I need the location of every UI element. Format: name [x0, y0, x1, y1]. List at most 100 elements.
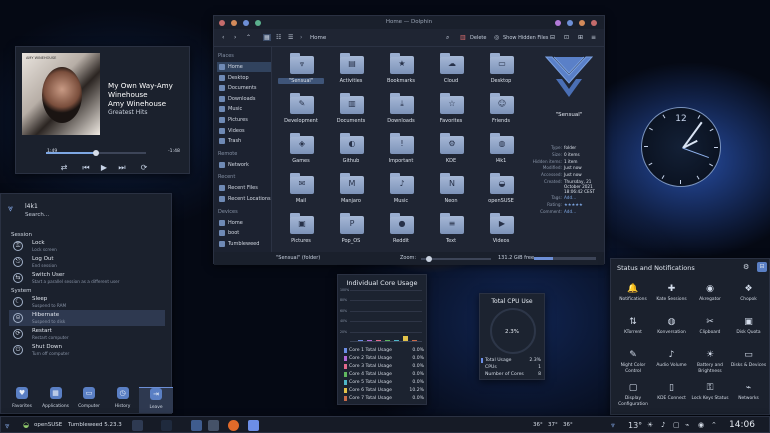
place-videos[interactable]: Videos: [217, 126, 271, 136]
tray-item-audio-volume[interactable]: ♪ Audio Volume: [653, 349, 691, 385]
pin-icon[interactable]: ⊟: [757, 262, 767, 272]
display-icon[interactable]: ▢: [673, 419, 680, 432]
file-item[interactable]: ▥ Documents: [328, 90, 374, 128]
zoom-slider[interactable]: [421, 256, 491, 262]
power-item-hibernate[interactable]: ⊝ Hibernate Suspend to disk: [9, 310, 165, 326]
tray-item-disk-quota[interactable]: ▣ Disk Quota: [730, 316, 768, 352]
tray-item-display-configuration[interactable]: ▢ Display Configuration: [614, 382, 652, 418]
hidden-files-icon[interactable]: ◎: [494, 34, 499, 41]
back-icon[interactable]: ‹: [222, 34, 224, 41]
power-item-restart[interactable]: ⟳ Restart Restart computer: [9, 326, 165, 342]
info-value[interactable]: Add...: [564, 195, 576, 200]
device-boot[interactable]: boot: [217, 228, 271, 238]
power-item-log-out[interactable]: ⎋ Log Out End session: [9, 254, 165, 270]
recent-recent-locations[interactable]: Recent Locations: [217, 194, 271, 204]
file-item[interactable]: ◒ openSUSE: [478, 170, 524, 208]
file-item[interactable]: ⩔ "Sensual": [278, 50, 324, 88]
tab-leave[interactable]: ⇥ Leave: [139, 387, 173, 413]
tab-applications[interactable]: ▦ Applications: [39, 387, 73, 413]
tray-item-disks-devices[interactable]: ▭ Disks & Devices: [730, 349, 768, 385]
power-item-switch-user[interactable]: ⇆ Switch User Start a parallel session as …: [9, 270, 165, 286]
tray-item-konversation[interactable]: ◍ Konversation: [653, 316, 691, 352]
tray-item-chopok[interactable]: ❖ Chopok: [730, 283, 768, 319]
tab-favorites[interactable]: ♥ Favorites: [5, 387, 39, 413]
compact-view-icon[interactable]: ☷: [276, 34, 281, 41]
icons-view-icon[interactable]: ▦: [263, 34, 271, 41]
search-input[interactable]: Search...: [25, 212, 49, 218]
file-item[interactable]: ☁ Cloud: [428, 50, 474, 88]
terminal-icon[interactable]: ⊡: [564, 34, 569, 41]
network-icon[interactable]: ⌁: [685, 419, 689, 432]
volume-icon[interactable]: ♪: [661, 419, 665, 432]
pager-desktop-2[interactable]: [161, 420, 172, 431]
info-value[interactable]: Add...: [564, 209, 576, 214]
settings-icon[interactable]: ⚙: [743, 263, 749, 271]
place-pictures[interactable]: Pictures: [217, 115, 271, 125]
tray-item-kde-connect[interactable]: ▯ KDE Connect: [653, 382, 691, 418]
file-item[interactable]: ≡ Text: [428, 210, 474, 248]
show-hidden-files-button[interactable]: Show Hidden Files: [503, 35, 548, 41]
firefox-task-icon[interactable]: [228, 420, 239, 431]
location-breadcrumb[interactable]: Home: [310, 35, 326, 41]
power-item-shut-down[interactable]: ⏻ Shut Down Turn off computer: [9, 342, 165, 358]
file-item[interactable]: ☺ Friends: [478, 90, 524, 128]
forward-icon[interactable]: ›: [234, 34, 236, 41]
delete-icon[interactable]: ▥: [460, 34, 466, 41]
active-task-icon[interactable]: [248, 420, 259, 431]
tray-expand-icon[interactable]: ⌃: [711, 419, 717, 432]
place-home[interactable]: Home: [217, 62, 271, 72]
info-icon[interactable]: ⊞: [578, 34, 583, 41]
tray-item-kate-sessions[interactable]: ✚ Kate Sessions: [653, 283, 691, 319]
split-icon[interactable]: ⊟: [550, 34, 555, 41]
kde-connect-icon[interactable]: ◉: [698, 419, 704, 432]
file-item[interactable]: ♪ Music: [378, 170, 424, 208]
file-item[interactable]: ▶ Videos: [478, 210, 524, 248]
tab-history[interactable]: ◷ History: [106, 387, 140, 413]
menu-icon[interactable]: ≡: [591, 34, 596, 41]
tray-item-lock-keys-status[interactable]: ⚿ Lock Keys Status: [691, 382, 729, 418]
clock-time[interactable]: 14:06: [729, 419, 755, 432]
tray-item-ktorrent[interactable]: ⇅ KTorrent: [614, 316, 652, 352]
up-icon[interactable]: ⌃: [246, 34, 251, 41]
details-view-icon[interactable]: ☰: [288, 34, 293, 41]
dolphin-task-icon[interactable]: [191, 420, 202, 431]
power-item-lock[interactable]: ⚿ Lock Lock screen: [9, 238, 165, 254]
tray-launcher-icon[interactable]: ⩔: [611, 419, 615, 432]
window-titlebar[interactable]: Home — Dolphin: [214, 16, 604, 29]
progress-slider[interactable]: [46, 150, 146, 156]
file-item[interactable]: P Pop_OS: [328, 210, 374, 248]
file-item[interactable]: ★ Bookmarks: [378, 50, 424, 88]
search-icon[interactable]: ⌕: [446, 34, 449, 42]
tray-item-clipboard[interactable]: ✂ Clipboard: [691, 316, 729, 352]
file-item[interactable]: ◍ l4k1: [478, 130, 524, 168]
file-item[interactable]: ▤ Activities: [328, 50, 374, 88]
device-home[interactable]: Home: [217, 218, 271, 228]
terminal-task-icon[interactable]: [208, 420, 219, 431]
tray-item-akregator[interactable]: ◉ Akregator: [691, 283, 729, 319]
file-item[interactable]: ☆ Favorites: [428, 90, 474, 128]
file-item[interactable]: ✉ Mail: [278, 170, 324, 208]
minimize-button[interactable]: [567, 20, 573, 26]
place-music[interactable]: Music: [217, 104, 271, 114]
file-item[interactable]: ! Important: [378, 130, 424, 168]
remote-network[interactable]: Network: [217, 160, 271, 170]
weather-temp[interactable]: 13°: [628, 419, 642, 432]
launcher-icon[interactable]: ⩔: [5, 419, 10, 432]
info-value[interactable]: ★★★★★: [564, 202, 583, 207]
tray-item-night-color-control[interactable]: ✎ Night Color Control: [614, 349, 652, 385]
tray-item-networks[interactable]: ⌁ Networks: [730, 382, 768, 418]
place-documents[interactable]: Documents: [217, 83, 271, 93]
file-item[interactable]: ⤓ Downloads: [378, 90, 424, 128]
recent-recent-files[interactable]: Recent Files: [217, 183, 271, 193]
place-downloads[interactable]: Downloads: [217, 94, 271, 104]
file-item[interactable]: ◈ Games: [278, 130, 324, 168]
file-item[interactable]: M Manjaro: [328, 170, 374, 208]
file-item[interactable]: ▭ Desktop: [478, 50, 524, 88]
place-desktop[interactable]: Desktop: [217, 73, 271, 83]
power-item-sleep[interactable]: ☾ Sleep Suspend to RAM: [9, 294, 165, 310]
delete-button[interactable]: Delete: [470, 35, 486, 41]
next-icon[interactable]: ⏭: [116, 163, 128, 173]
tab-computer[interactable]: ▭ Computer: [72, 387, 106, 413]
device-tumbleweed[interactable]: Tumbleweed: [217, 239, 271, 249]
tray-item-notifications[interactable]: 🔔 Notifications: [614, 283, 652, 319]
